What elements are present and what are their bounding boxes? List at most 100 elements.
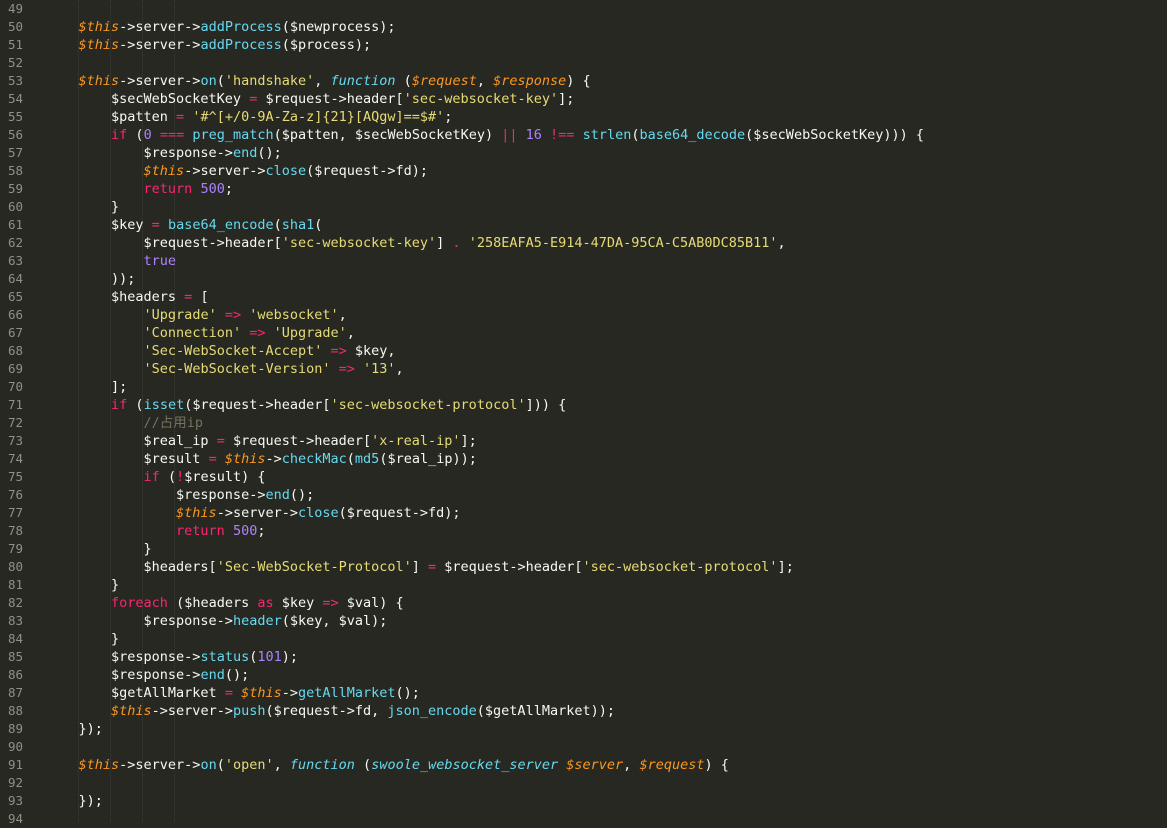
code-token: $result (46, 451, 209, 467)
code-token: ( (631, 127, 640, 143)
code-line[interactable]: $request->header['sec-websocket-key'] . … (46, 234, 1167, 252)
code-line[interactable]: //占用ip (46, 414, 1167, 432)
code-line[interactable]: $response->header($key, $val); (46, 612, 1167, 630)
code-line[interactable]: $result = $this->checkMac(md5($real_ip))… (46, 450, 1167, 468)
code-line[interactable]: if (isset($request->header['sec-websocke… (46, 396, 1167, 414)
code-token: as (257, 595, 274, 611)
code-line[interactable]: true (46, 252, 1167, 270)
code-line[interactable]: $this->server->push($request->fd, json_e… (46, 702, 1167, 720)
code-token: $getAllMarket (46, 685, 225, 701)
code-token: $request->header[ (46, 235, 282, 251)
code-token: 'x-real-ip' (371, 433, 461, 449)
code-area[interactable]: $this->server->addProcess($newprocess); … (46, 0, 1167, 822)
code-token: => (330, 343, 347, 359)
code-line[interactable]: } (46, 576, 1167, 594)
code-line[interactable]: }); (46, 792, 1167, 810)
code-line[interactable]: 'Connection' => 'Upgrade', (46, 324, 1167, 342)
code-line[interactable]: $real_ip = $request->header['x-real-ip']… (46, 432, 1167, 450)
code-token: 'Upgrade' (273, 325, 347, 341)
code-line[interactable]: $headers['Sec-WebSocket-Protocol'] = $re… (46, 558, 1167, 576)
code-line[interactable]: $this->server->addProcess($process); (46, 36, 1167, 54)
code-token: $this (78, 37, 120, 53)
code-line[interactable]: $secWebSocketKey = $request->header['sec… (46, 90, 1167, 108)
code-line[interactable]: $key = base64_encode(sha1( (46, 216, 1167, 234)
code-line[interactable]: 'Sec-WebSocket-Accept' => $key, (46, 342, 1167, 360)
code-token: $request->header[ (257, 91, 404, 107)
line-number: 72 (8, 415, 24, 430)
code-line[interactable]: $getAllMarket = $this->getAllMarket(); (46, 684, 1167, 702)
code-editor[interactable]: 49 50 51 52 53 54 55 56 57 58 59 60 61 62 63 64 65 66 67 68… (0, 0, 1167, 826)
code-token: ; (224, 181, 233, 197)
line-number: 75 (8, 469, 24, 484)
code-token: ( (346, 451, 355, 467)
code-token: -> (265, 451, 282, 467)
code-line[interactable]: $this->server->on('open', function (swoo… (46, 756, 1167, 774)
code-line[interactable]: )); (46, 270, 1167, 288)
code-line[interactable] (46, 0, 1167, 18)
code-line[interactable]: if (0 === preg_match($patten, $secWebSoc… (46, 126, 1167, 144)
code-token: ( (354, 757, 372, 773)
code-token: (); (257, 145, 282, 161)
code-token: } (46, 577, 120, 593)
code-token: 'sec-websocket-protocol' (330, 397, 526, 413)
code-line[interactable]: $response->status(101); (46, 648, 1167, 666)
code-line[interactable]: $patten = '#^[+/0-9A-Za-z]{21}[AQgw]==$#… (46, 108, 1167, 126)
code-line[interactable]: return 500; (46, 180, 1167, 198)
code-line[interactable]: foreach ($headers as $key => $val) { (46, 594, 1167, 612)
code-token: , (777, 235, 786, 251)
code-token: status (200, 649, 250, 665)
code-line[interactable] (46, 810, 1167, 828)
code-line[interactable]: $response->end(); (46, 144, 1167, 162)
line-number: 58 (8, 163, 24, 178)
code-token: 500 (200, 181, 225, 197)
code-token: , (314, 73, 331, 89)
code-line[interactable]: 'Upgrade' => 'websocket', (46, 306, 1167, 324)
code-line[interactable]: if (!$result) { (46, 468, 1167, 486)
code-token: ] (436, 235, 453, 251)
code-line[interactable]: 'Sec-WebSocket-Version' => '13', (46, 360, 1167, 378)
code-token: $val) { (338, 595, 404, 611)
code-line[interactable]: } (46, 198, 1167, 216)
code-token: ( (216, 757, 225, 773)
line-number: 66 (8, 307, 24, 322)
code-line[interactable]: } (46, 540, 1167, 558)
code-token: on (200, 757, 217, 773)
code-line[interactable]: ]; (46, 378, 1167, 396)
code-token: . (452, 235, 461, 251)
code-line[interactable]: return 500; (46, 522, 1167, 540)
code-line[interactable]: $this->server->close($request->fd); (46, 504, 1167, 522)
code-line[interactable]: $response->end(); (46, 486, 1167, 504)
code-line[interactable] (46, 738, 1167, 756)
code-token: , (476, 73, 494, 89)
line-number: 56 (8, 127, 24, 142)
line-number: 94 (8, 811, 24, 826)
line-number: 57 (8, 145, 24, 160)
line-number: 87 (8, 685, 24, 700)
code-line[interactable] (46, 54, 1167, 72)
code-token: (); (395, 685, 420, 701)
code-line[interactable]: $this->server->addProcess($newprocess); (46, 18, 1167, 36)
code-line[interactable]: $response->end(); (46, 666, 1167, 684)
code-token: )); (46, 271, 136, 287)
code-line[interactable]: }); (46, 720, 1167, 738)
code-token: $this (176, 505, 217, 521)
code-token: base64_decode (639, 127, 746, 143)
code-line[interactable]: $headers = [ (46, 288, 1167, 306)
code-token: => (249, 325, 266, 341)
line-number: 83 (8, 613, 24, 628)
code-token: ($real_ip)); (379, 451, 477, 467)
code-line[interactable] (46, 774, 1167, 792)
line-number: 84 (8, 631, 24, 646)
code-line[interactable]: } (46, 630, 1167, 648)
line-number: 64 (8, 271, 24, 286)
code-line[interactable]: $this->server->on('handshake', function … (46, 72, 1167, 90)
code-line[interactable]: $this->server->close($request->fd); (46, 162, 1167, 180)
